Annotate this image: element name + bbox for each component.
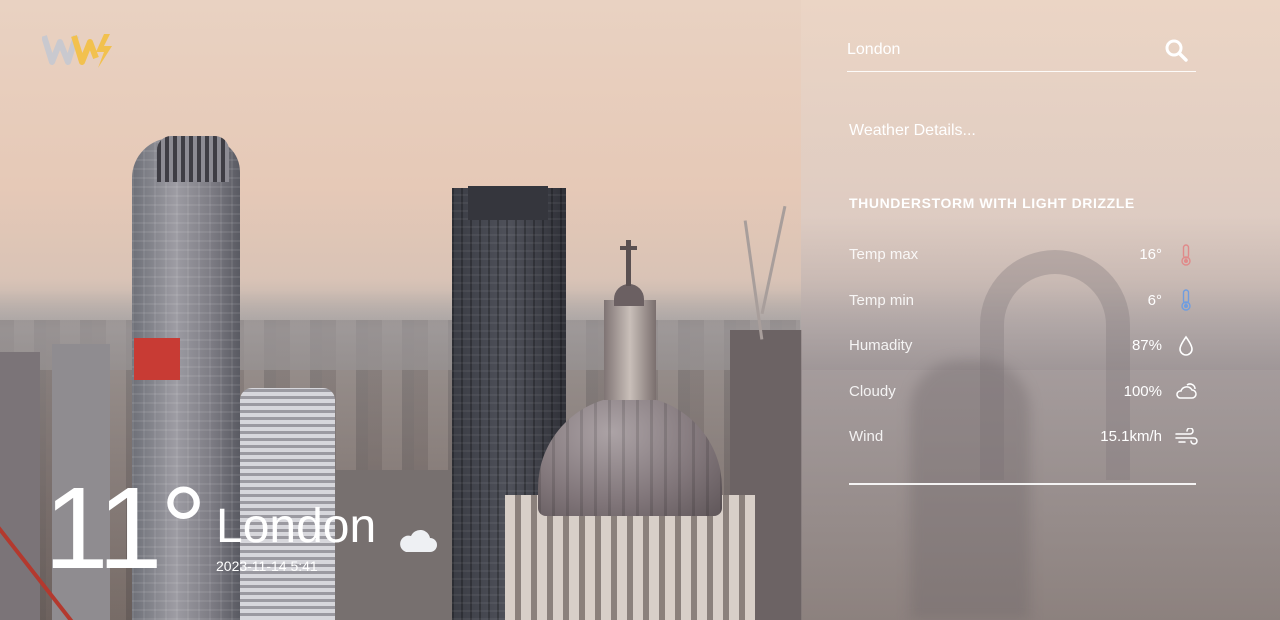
detail-row-humidity: Humadity 87% bbox=[849, 323, 1198, 369]
current-datetime: 2023-11-14 5:41 bbox=[216, 558, 318, 574]
building bbox=[0, 352, 40, 620]
search-bar bbox=[847, 28, 1196, 72]
cathedral-lantern-top bbox=[614, 284, 644, 306]
red-sign bbox=[134, 338, 180, 380]
detail-value: 16° bbox=[1139, 246, 1162, 264]
detail-row-temp-max: Temp max 16° bbox=[849, 232, 1198, 278]
detail-label: Humadity bbox=[849, 337, 913, 355]
detail-row-temp-min: Temp min 6° bbox=[849, 278, 1198, 324]
dark-tower-top bbox=[468, 186, 548, 220]
wind-icon bbox=[1174, 425, 1198, 449]
detail-value: 6° bbox=[1147, 291, 1162, 309]
current-city-name: London bbox=[216, 500, 377, 553]
thermometer-hot-icon bbox=[1174, 243, 1198, 267]
thermometer-cold-icon bbox=[1174, 288, 1198, 312]
current-temperature: 11° bbox=[44, 463, 207, 593]
detail-label: Wind bbox=[849, 428, 884, 446]
weather-details-heading: Weather Details... bbox=[849, 122, 976, 139]
detail-label: Temp max bbox=[849, 246, 919, 264]
detail-value: 100% bbox=[1123, 382, 1162, 400]
detail-row-wind: Wind 15.1km/h bbox=[849, 414, 1198, 460]
cathedral-lantern bbox=[604, 300, 656, 400]
weather-condition: THUNDERSTORM WITH LIGHT DRIZZLE bbox=[849, 195, 1135, 211]
panel-divider bbox=[849, 483, 1196, 485]
detail-value: 15.1km/h bbox=[1100, 428, 1162, 446]
cloud-sun-icon bbox=[1174, 379, 1198, 403]
detail-row-cloudy: Cloudy 100% bbox=[849, 369, 1198, 415]
detail-value: 87% bbox=[1131, 337, 1162, 355]
detail-label: Temp min bbox=[849, 291, 915, 309]
cathedral-cross bbox=[620, 246, 637, 250]
detail-label: Cloudy bbox=[849, 382, 896, 400]
search-button[interactable] bbox=[1162, 36, 1190, 64]
ww-lightning-logo-icon[interactable] bbox=[41, 30, 114, 70]
cloud-icon bbox=[398, 526, 438, 554]
search-input[interactable] bbox=[847, 32, 1162, 67]
search-icon bbox=[1165, 39, 1188, 62]
water-drop-icon bbox=[1174, 334, 1198, 358]
weather-details-list: Temp max 16° Temp min 6° Humadity 87% Cl… bbox=[849, 232, 1198, 460]
glass-tower-crown bbox=[157, 136, 229, 182]
